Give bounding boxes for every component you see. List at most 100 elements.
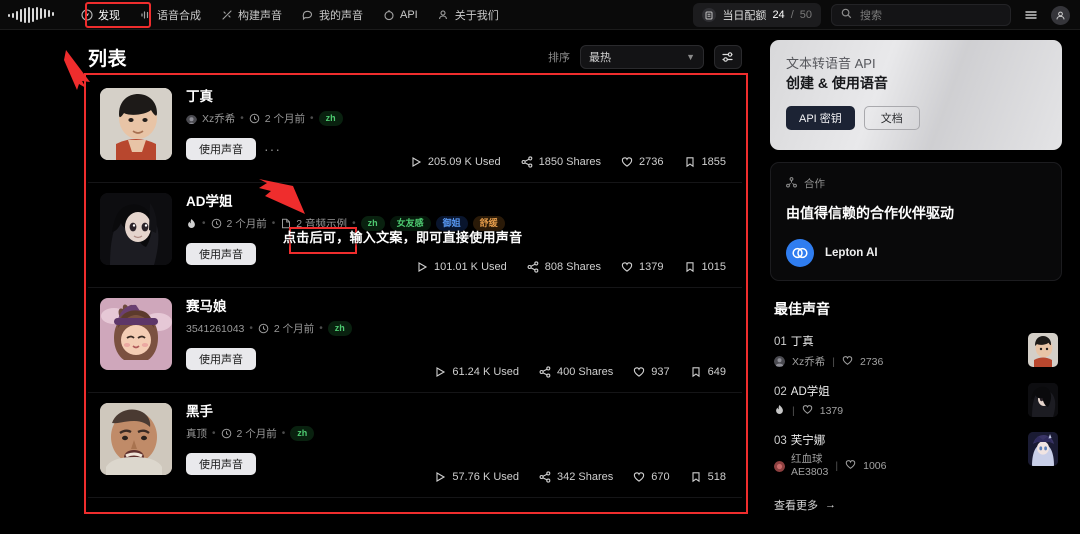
heart-icon [845,459,856,473]
waveform-logo[interactable] [0,0,72,30]
best-voice-thumbnail[interactable] [1028,383,1058,417]
bookmark-icon [684,261,696,273]
best-voices-section: 最佳声音 01 丁真 Xz乔希 | 2736 02 AD学姐 | 1379 03… [770,299,1062,513]
heart-icon [802,404,813,418]
nav-item-tts[interactable]: 语音合成 [131,3,210,27]
voice-tag[interactable]: zh [327,321,352,336]
hamburger-icon[interactable] [1021,5,1041,25]
voice-stats: 205.09 K Used 1850 Shares 2736 1855 [410,156,726,168]
stat-likes: 937 [633,366,670,378]
stat-bookmarks: 649 [690,366,726,378]
bookmark-icon [684,156,696,168]
chevron-down-icon: ▼ [686,52,695,62]
best-voice-info: 03 芙宁娜 红血球 AE3803 | 1006 [774,432,1018,479]
use-voice-button[interactable]: 使用声音 [186,243,256,265]
bookmark-icon [690,471,702,483]
best-voice-item[interactable]: 01 丁真 Xz乔希 | 2736 [774,333,1058,369]
partner-row[interactable]: Lepton AI [786,239,1046,267]
quota-used: 24 [772,9,785,21]
best-voice-likes: 1006 [863,460,887,472]
meta-dot: • [271,218,276,229]
search-input[interactable]: 搜索 [831,4,1011,26]
voice-meta: 3541261043 • 2 个月前 • zh [186,321,728,336]
voice-card[interactable]: 黑手 真顶 • 2 个月前 • zh 使用声音 57.76 K Used 342… [88,393,742,498]
list-toolbar: 排序 最热 ▼ [548,45,742,69]
card-actions: 使用声音 [186,336,728,370]
avatar-icon [186,113,197,124]
separator: | [792,405,795,417]
voice-meta: Xz乔希 • 2 个月前 • zh [186,111,728,126]
page-title: 列表 [88,48,128,70]
voice-time: 2 个月前 [226,218,267,230]
best-voice-name: 丁真 [790,336,814,348]
bookmarks-count: 518 [707,471,726,483]
compass-icon [81,8,93,21]
api-icon [383,9,395,21]
sliders-icon[interactable] [714,45,742,69]
stat-bookmarks: 1015 [684,261,726,273]
voice-thumbnail[interactable] [100,193,172,265]
top-bar-right: 当日配额 24 / 50 搜索 [693,0,1070,30]
annotation-text: 点击后可，输入文案，即可直接使用声音 [283,230,523,245]
api-key-button[interactable]: API 密钥 [786,106,855,130]
best-voice-name: 芙宁娜 [790,435,826,447]
best-voice-rank: 01 [774,336,787,348]
search-icon [841,8,852,22]
app-root: 发现 语音合成 构建声音 我的声音 API 关于我们 当日配额 24 / 50 … [0,0,1080,534]
lepton-logo-icon [786,239,814,267]
use-voice-button[interactable]: 使用声音 [186,348,256,370]
card-actions: 使用声音 [186,441,728,475]
daily-quota-badge[interactable]: 当日配额 24 / 50 [693,3,821,27]
flame-icon [774,404,785,418]
bookmarks-count: 1855 [701,156,726,168]
sort-select[interactable]: 最热 ▼ [580,45,704,69]
flame-icon [186,218,197,229]
meta-dot: • [212,428,216,439]
nav-label: 发现 [98,9,120,22]
heart-icon [633,366,645,378]
nav-item-build-voice[interactable]: 构建声音 [212,3,291,27]
voice-meta: 真顶 • 2 个月前 • zh [186,426,728,441]
share-icon [539,366,551,378]
nav-item-my-voices[interactable]: 我的声音 [293,3,372,27]
use-voice-button[interactable]: 使用声音 [186,453,256,475]
voice-thumbnail[interactable] [100,88,172,160]
nav-item-api[interactable]: API [374,5,427,25]
clock-icon [258,323,269,334]
card-actions: 使用声音 ··· [186,126,728,160]
stat-shares: 1850 Shares [521,156,601,168]
stat-used: 61.24 K Used [434,366,519,378]
docs-button[interactable]: 文档 [863,106,920,130]
play-icon [410,156,422,168]
heart-icon [842,355,853,369]
bookmark-icon [690,366,702,378]
best-voice-name: AD学姐 [790,386,830,398]
best-voice-thumbnail[interactable] [1028,333,1058,367]
nav-item-discover[interactable]: 发现 [72,3,129,27]
voice-card[interactable]: 赛马娘 3541261043 • 2 个月前 • zh 使用声音 61.24 K… [88,288,742,393]
voice-name: AD学姐 [186,194,233,209]
voice-thumbnail[interactable] [100,403,172,475]
best-voice-item[interactable]: 02 AD学姐 | 1379 [774,383,1058,418]
best-voice-item[interactable]: 03 芙宁娜 红血球 AE3803 | 1006 [774,432,1058,479]
heart-icon [633,471,645,483]
voice-thumbnail[interactable] [100,298,172,370]
heart-icon [621,261,633,273]
right-sidebar: 文本转语音 API 创建 & 使用语音 API 密钥 文档 合作 由值得信赖的合… [762,30,1080,534]
voice-tag[interactable]: zh [290,426,315,441]
voice-info: 丁真 Xz乔希 • 2 个月前 • zh 使用声音 ··· [172,88,728,160]
people-icon [438,9,450,21]
view-more-link[interactable]: 查看更多 → [774,497,1058,513]
use-voice-button[interactable]: 使用声音 [186,138,256,160]
wand-icon [221,9,233,21]
nav-item-about-us[interactable]: 关于我们 [429,3,508,27]
voice-author: 真顶 [186,428,207,440]
best-voice-likes: 1379 [819,405,844,417]
voice-time: 2 个月前 [236,428,277,440]
voice-card[interactable]: 丁真 Xz乔希 • 2 个月前 • zh 使用声音 ··· 205.09 K U… [88,78,742,183]
blood-cell-icon [774,460,785,472]
more-options-icon[interactable]: ··· [264,141,281,157]
best-voice-thumbnail[interactable] [1028,432,1058,466]
voice-tag[interactable]: zh [318,111,343,126]
user-avatar-icon[interactable] [1051,5,1070,25]
